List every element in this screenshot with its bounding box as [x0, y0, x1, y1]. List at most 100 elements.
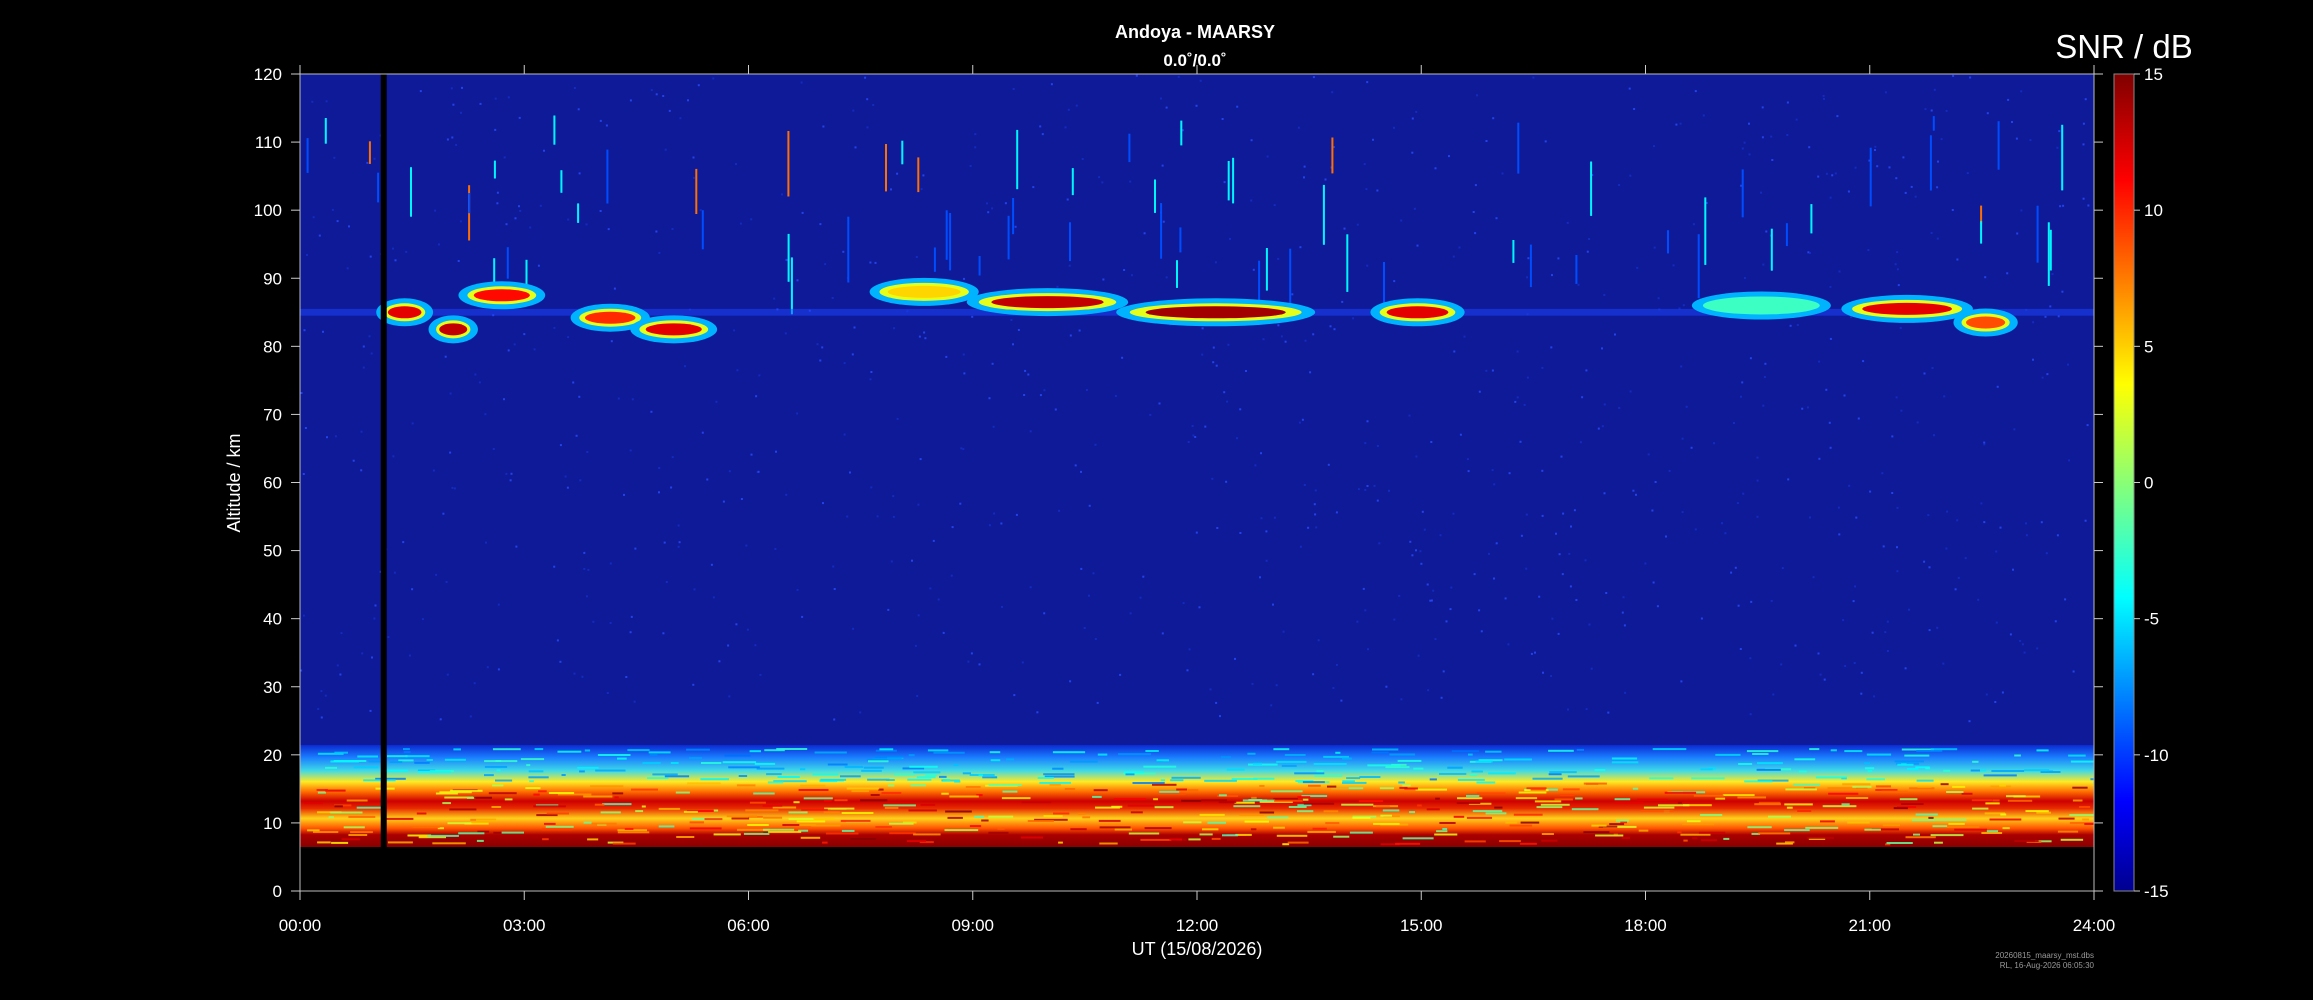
echo-texture — [631, 788, 658, 791]
echo-texture — [1092, 795, 1102, 798]
meteor-streak — [2061, 124, 2064, 191]
noise-speck — [988, 524, 991, 527]
echo-texture — [1576, 748, 1584, 751]
noise-speck — [784, 332, 787, 335]
noise-speck — [1761, 136, 1764, 139]
echo-texture — [997, 827, 1005, 830]
noise-speck — [1930, 109, 1933, 112]
noise-speck — [492, 448, 495, 450]
echo-texture — [356, 806, 384, 809]
echo-texture — [1097, 753, 1108, 756]
echo-texture — [868, 760, 889, 763]
noise-speck — [1888, 166, 1891, 169]
noise-speck — [781, 193, 783, 196]
echo-texture — [1118, 753, 1152, 756]
noise-speck — [822, 125, 825, 128]
noise-speck — [1186, 669, 1189, 672]
echo-texture — [988, 815, 1014, 818]
noise-speck — [2084, 98, 2087, 101]
echo-texture — [1307, 830, 1336, 833]
echo-texture — [825, 832, 859, 835]
noise-speck — [1622, 596, 1625, 599]
noise-speck — [1541, 469, 1544, 472]
noise-speck — [461, 86, 463, 89]
echo-texture — [1095, 806, 1120, 809]
echo-core — [439, 323, 468, 336]
echo-texture — [579, 770, 585, 773]
echo-texture — [1058, 841, 1063, 844]
noise-speck — [1837, 506, 1840, 509]
echo-texture — [1021, 801, 1052, 804]
y-tick-label: 20 — [263, 746, 282, 765]
noise-speck — [801, 211, 804, 214]
noise-speck — [1750, 600, 1753, 603]
echo-texture — [1376, 805, 1390, 808]
noise-speck — [324, 694, 327, 697]
echo-texture — [325, 789, 346, 792]
noise-speck — [1770, 135, 1773, 138]
echo-texture — [822, 841, 828, 844]
echo-texture — [1001, 797, 1031, 800]
noise-speck — [1364, 609, 1367, 612]
echo-texture — [1130, 811, 1143, 814]
echo-texture — [1052, 767, 1064, 770]
echo-texture — [1640, 810, 1674, 812]
noise-speck — [1896, 251, 1899, 254]
noise-speck — [1317, 639, 1320, 642]
noise-speck — [306, 254, 308, 256]
noise-speck — [1551, 617, 1554, 620]
noise-speck — [453, 487, 456, 490]
echo-texture — [1515, 797, 1538, 800]
noise-speck — [1933, 434, 1935, 437]
echo-texture — [528, 770, 544, 773]
noise-speck — [1388, 489, 1390, 492]
echo-texture — [1093, 789, 1108, 792]
noise-speck — [1927, 514, 1930, 517]
noise-speck — [370, 352, 373, 355]
noise-speck — [1628, 87, 1631, 90]
echo-texture — [736, 784, 756, 787]
x-tick-label: 06:00 — [727, 916, 770, 935]
echo-texture — [782, 824, 800, 826]
y-tick-label: 60 — [263, 474, 282, 493]
noise-speck — [369, 255, 372, 258]
noise-speck — [890, 188, 892, 191]
noise-speck — [1313, 503, 1316, 506]
noise-speck — [1491, 369, 1494, 372]
echo-texture — [1218, 794, 1227, 797]
noise-speck — [1083, 627, 1086, 629]
noise-speck — [1149, 413, 1152, 416]
echo-texture — [1541, 833, 1554, 835]
echo-texture — [614, 796, 619, 799]
echo-texture — [689, 757, 702, 760]
echo-texture — [870, 794, 880, 796]
echo-texture — [1281, 764, 1297, 767]
echo-texture — [1847, 821, 1870, 824]
noise-speck — [822, 502, 824, 505]
meteor-streak — [1770, 228, 1773, 271]
noise-speck — [710, 563, 713, 566]
noise-speck — [1862, 360, 1865, 363]
echo-texture — [841, 829, 855, 832]
noise-speck — [494, 128, 497, 131]
noise-speck — [1314, 489, 1317, 492]
noise-speck — [664, 148, 667, 151]
echo-texture — [686, 748, 710, 751]
meteor-streak — [410, 167, 412, 217]
noise-speck — [625, 676, 628, 678]
noise-speck — [509, 479, 512, 482]
noise-speck — [1743, 141, 1746, 144]
echo-texture — [2014, 754, 2021, 757]
noise-speck — [1352, 317, 1355, 320]
noise-speck — [864, 76, 867, 79]
echo-texture — [545, 825, 574, 828]
noise-speck — [449, 392, 452, 395]
noise-speck — [655, 93, 658, 96]
echo-texture — [348, 834, 368, 836]
echo-texture — [1398, 781, 1405, 784]
noise-speck — [1520, 534, 1523, 537]
noise-speck — [556, 639, 559, 642]
echo-texture — [1385, 766, 1410, 769]
noise-speck — [585, 595, 588, 598]
echo-texture — [910, 784, 926, 787]
